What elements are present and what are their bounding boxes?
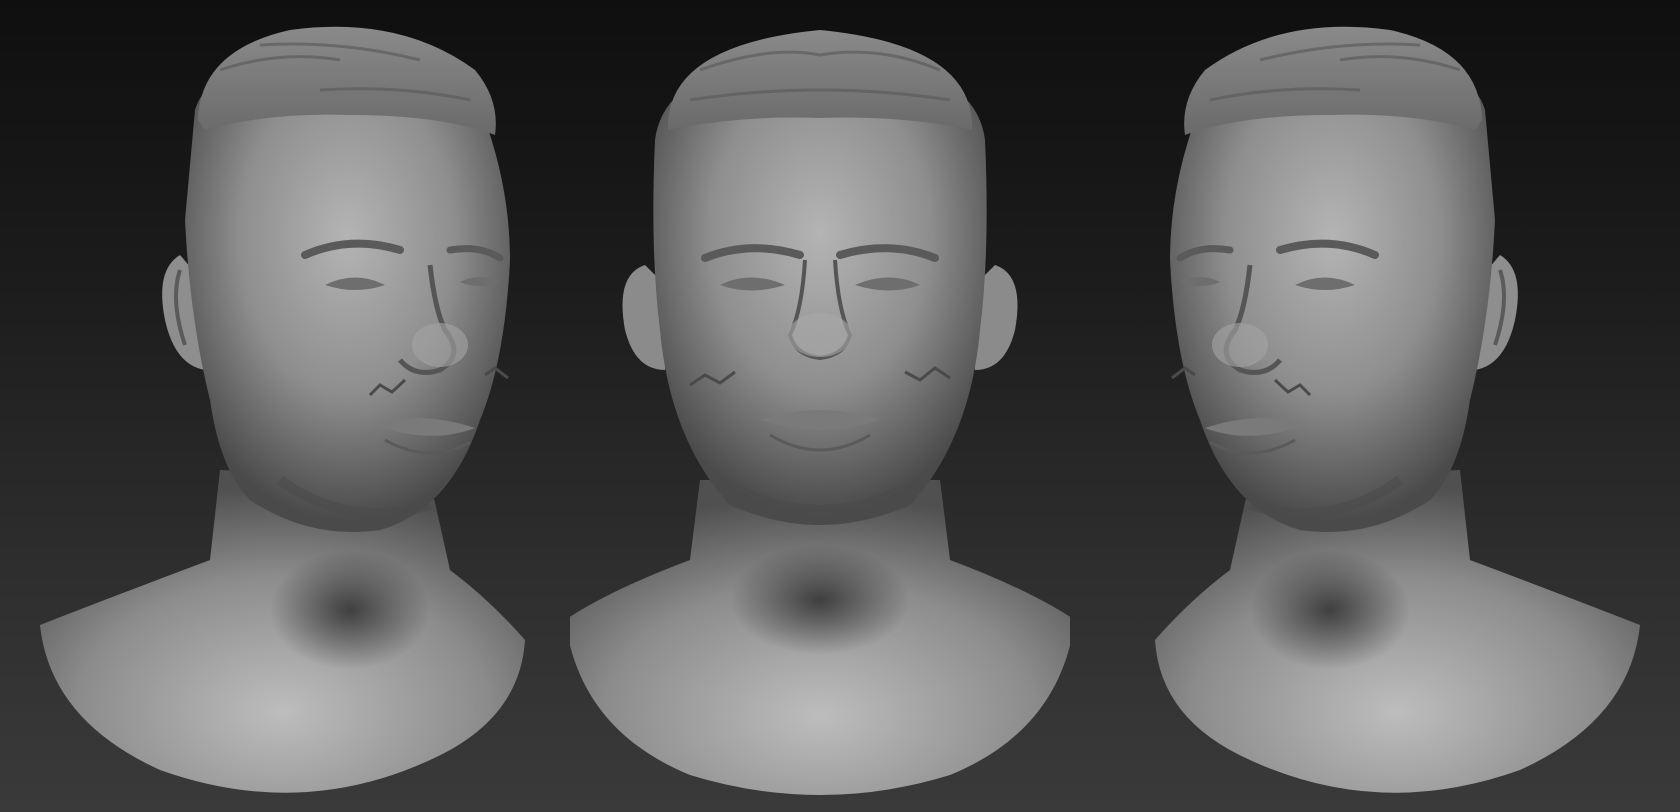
head bbox=[1170, 55, 1495, 532]
bust-front bbox=[570, 0, 1070, 812]
bust-three-quarter-right bbox=[1140, 0, 1660, 812]
sculpt-render-center bbox=[570, 30, 1070, 795]
viewport-canvas bbox=[0, 0, 1680, 812]
sculpt-render-right bbox=[1155, 26, 1640, 793]
bust-three-quarter-left bbox=[20, 0, 540, 812]
hair bbox=[667, 30, 973, 130]
sculpt-render-left bbox=[40, 26, 525, 793]
head bbox=[185, 55, 510, 532]
head bbox=[653, 55, 987, 525]
